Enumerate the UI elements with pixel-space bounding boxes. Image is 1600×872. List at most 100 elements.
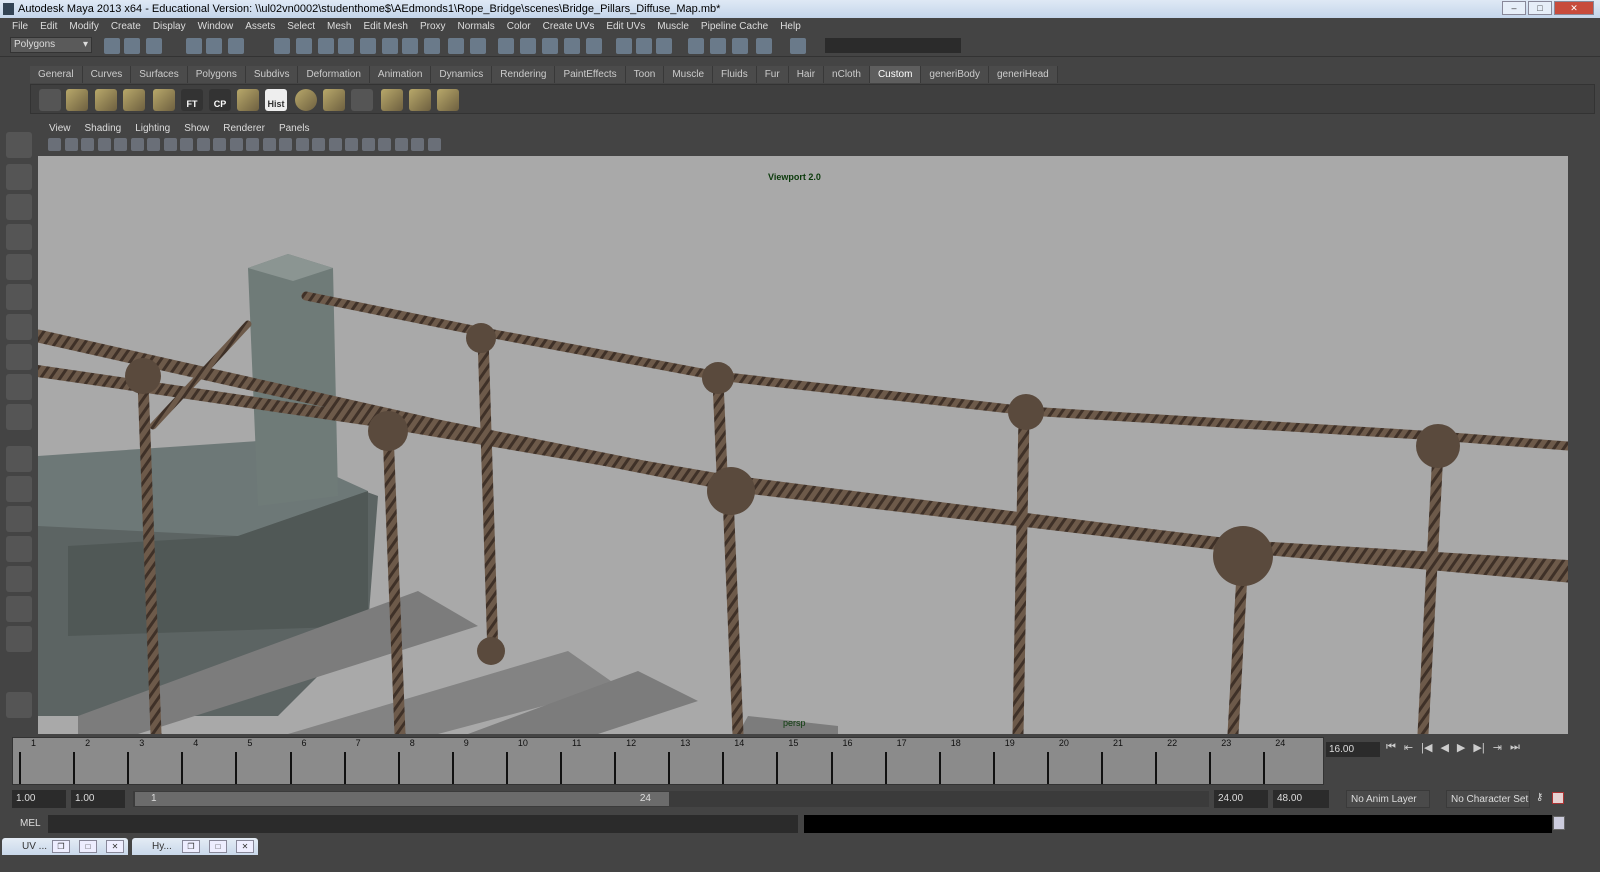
toolbar-icon[interactable] [382, 38, 398, 54]
toolbar-icon[interactable] [206, 38, 222, 54]
end-time-field[interactable]: 48.00 [1273, 790, 1329, 808]
playback-end-field[interactable]: 24.00 [1214, 790, 1268, 808]
toolbar-icon[interactable] [448, 38, 464, 54]
panel-tool-icon[interactable] [262, 138, 276, 151]
mel-input[interactable] [48, 815, 798, 833]
menu-create-uvs[interactable]: Create UVs [537, 18, 601, 35]
play-backwards-button[interactable]: ◀ [1440, 741, 1448, 754]
panel-tool-icon[interactable] [279, 138, 292, 151]
range-slider[interactable]: 1 24 [133, 791, 1209, 807]
menu-normals[interactable]: Normals [452, 18, 501, 35]
script-editor-icon[interactable] [1553, 816, 1565, 830]
panel-tool-icon[interactable] [196, 138, 210, 151]
shelf-tab-hair[interactable]: Hair [788, 66, 825, 83]
toolbar-icon[interactable] [756, 38, 772, 54]
stack-icon[interactable] [437, 89, 459, 111]
toolbar-icon[interactable] [360, 38, 376, 54]
tool-icon[interactable] [6, 314, 32, 340]
toolbar-icon[interactable] [732, 38, 748, 54]
maximize-icon[interactable]: □ [79, 840, 97, 853]
close-icon[interactable]: ✕ [236, 840, 254, 853]
freeze-transform-button[interactable]: FT [181, 89, 203, 111]
planar-uv-icon[interactable] [409, 89, 431, 111]
panel-tool-icon[interactable] [246, 138, 259, 151]
panel-menu-panels[interactable]: Panels [272, 122, 317, 136]
toolbar-icon[interactable] [710, 38, 726, 54]
toolbar-icon[interactable] [616, 38, 632, 54]
script-icon[interactable] [39, 89, 61, 111]
step-forward-frame-button[interactable]: ▶| [1473, 741, 1484, 754]
menu-select[interactable]: Select [281, 18, 321, 35]
restore-icon[interactable]: ❐ [182, 840, 200, 853]
toolbar-icon[interactable] [186, 38, 202, 54]
minimize-button[interactable]: – [1502, 1, 1526, 15]
maximize-icon[interactable]: □ [209, 840, 227, 853]
panel-tool-icon[interactable] [147, 138, 160, 151]
shelf-tab-muscle[interactable]: Muscle [664, 66, 714, 83]
planar-map-icon[interactable] [237, 89, 259, 111]
toolbar-icon[interactable] [520, 38, 536, 54]
go-to-end-button[interactable]: ⏭ [1510, 741, 1520, 754]
step-forward-key-button[interactable]: ⇥ [1493, 741, 1502, 754]
panel-tool-icon[interactable] [97, 138, 111, 151]
toolbar-icon[interactable] [228, 38, 244, 54]
quick-input-field[interactable] [825, 38, 961, 53]
range-slider-handle[interactable]: 1 24 [135, 792, 669, 806]
step-back-frame-button[interactable]: |◀ [1421, 741, 1432, 754]
hypershade-window[interactable]: Hy... ❐ □ ✕ [132, 838, 258, 855]
panel-tool-icon[interactable] [427, 138, 441, 151]
tool-icon[interactable] [6, 224, 32, 250]
tool-icon[interactable] [6, 506, 32, 532]
extrude-icon[interactable] [95, 89, 117, 111]
tool-icon[interactable] [6, 344, 32, 370]
delete-history-icon[interactable] [66, 89, 88, 111]
panel-tool-icon[interactable] [411, 138, 424, 151]
toolbar-icon[interactable] [424, 38, 440, 54]
shelf-tab-fluids[interactable]: Fluids [713, 66, 757, 83]
uv-editor-window[interactable]: UV ... ❐ □ ✕ [2, 838, 128, 855]
menu-assets[interactable]: Assets [239, 18, 281, 35]
toolbar-icon[interactable] [146, 38, 162, 54]
start-time-field[interactable]: 1.00 [12, 790, 66, 808]
panel-tool-icon[interactable] [345, 138, 358, 151]
shelf-tab-custom[interactable]: Custom [869, 66, 922, 83]
play-forwards-button[interactable]: ▶ [1457, 741, 1465, 754]
preferences-icon[interactable] [1552, 792, 1564, 804]
toolbar-icon[interactable] [636, 38, 652, 54]
panel-tool-icon[interactable] [114, 138, 127, 151]
panel-menu-lighting[interactable]: Lighting [128, 122, 177, 136]
shelf-tab-fur[interactable]: Fur [756, 66, 789, 83]
menu-proxy[interactable]: Proxy [414, 18, 452, 35]
script-icon[interactable] [351, 89, 373, 111]
current-time-field[interactable]: 16.00 [1326, 742, 1380, 757]
panel-tool-icon[interactable] [394, 138, 408, 151]
key-icon[interactable]: ⚷ [1536, 792, 1543, 803]
panel-tool-icon[interactable] [378, 138, 391, 151]
panel-menu-view[interactable]: View [42, 122, 78, 136]
time-slider[interactable]: 1 2 3 4 5 6 7 8 9 10 11 12 13 14 15 16 17 18 19 20 21 22 23 24 [12, 737, 1324, 785]
restore-icon[interactable]: ❐ [52, 840, 70, 853]
menu-modify[interactable]: Modify [63, 18, 104, 35]
toolbar-icon[interactable] [790, 38, 806, 54]
tool-icon[interactable] [6, 254, 32, 280]
panel-tool-icon[interactable] [64, 138, 78, 151]
toolbar-icon[interactable] [542, 38, 558, 54]
toolbar-icon[interactable] [124, 38, 140, 54]
tool-icon[interactable] [6, 194, 32, 220]
panel-menu-show[interactable]: Show [177, 122, 216, 136]
panel-tool-icon[interactable] [81, 138, 94, 151]
tool-icon[interactable] [6, 596, 32, 622]
select-faces-icon[interactable] [323, 89, 345, 111]
menu-file[interactable]: File [6, 18, 34, 35]
tool-icon[interactable] [6, 446, 32, 472]
center-pivot-button[interactable]: CP [209, 89, 231, 111]
panel-tool-icon[interactable] [130, 138, 144, 151]
menu-edit-mesh[interactable]: Edit Mesh [357, 18, 413, 35]
panel-menu-shading[interactable]: Shading [78, 122, 129, 136]
panel-tool-icon[interactable] [312, 138, 325, 151]
toolbar-icon[interactable] [688, 38, 704, 54]
panel-tool-icon[interactable] [163, 138, 177, 151]
tool-icon[interactable] [6, 164, 32, 190]
shelf-tab-generibody[interactable]: generiBody [921, 66, 989, 83]
shelf-tab-generihead[interactable]: generiHead [989, 66, 1058, 83]
